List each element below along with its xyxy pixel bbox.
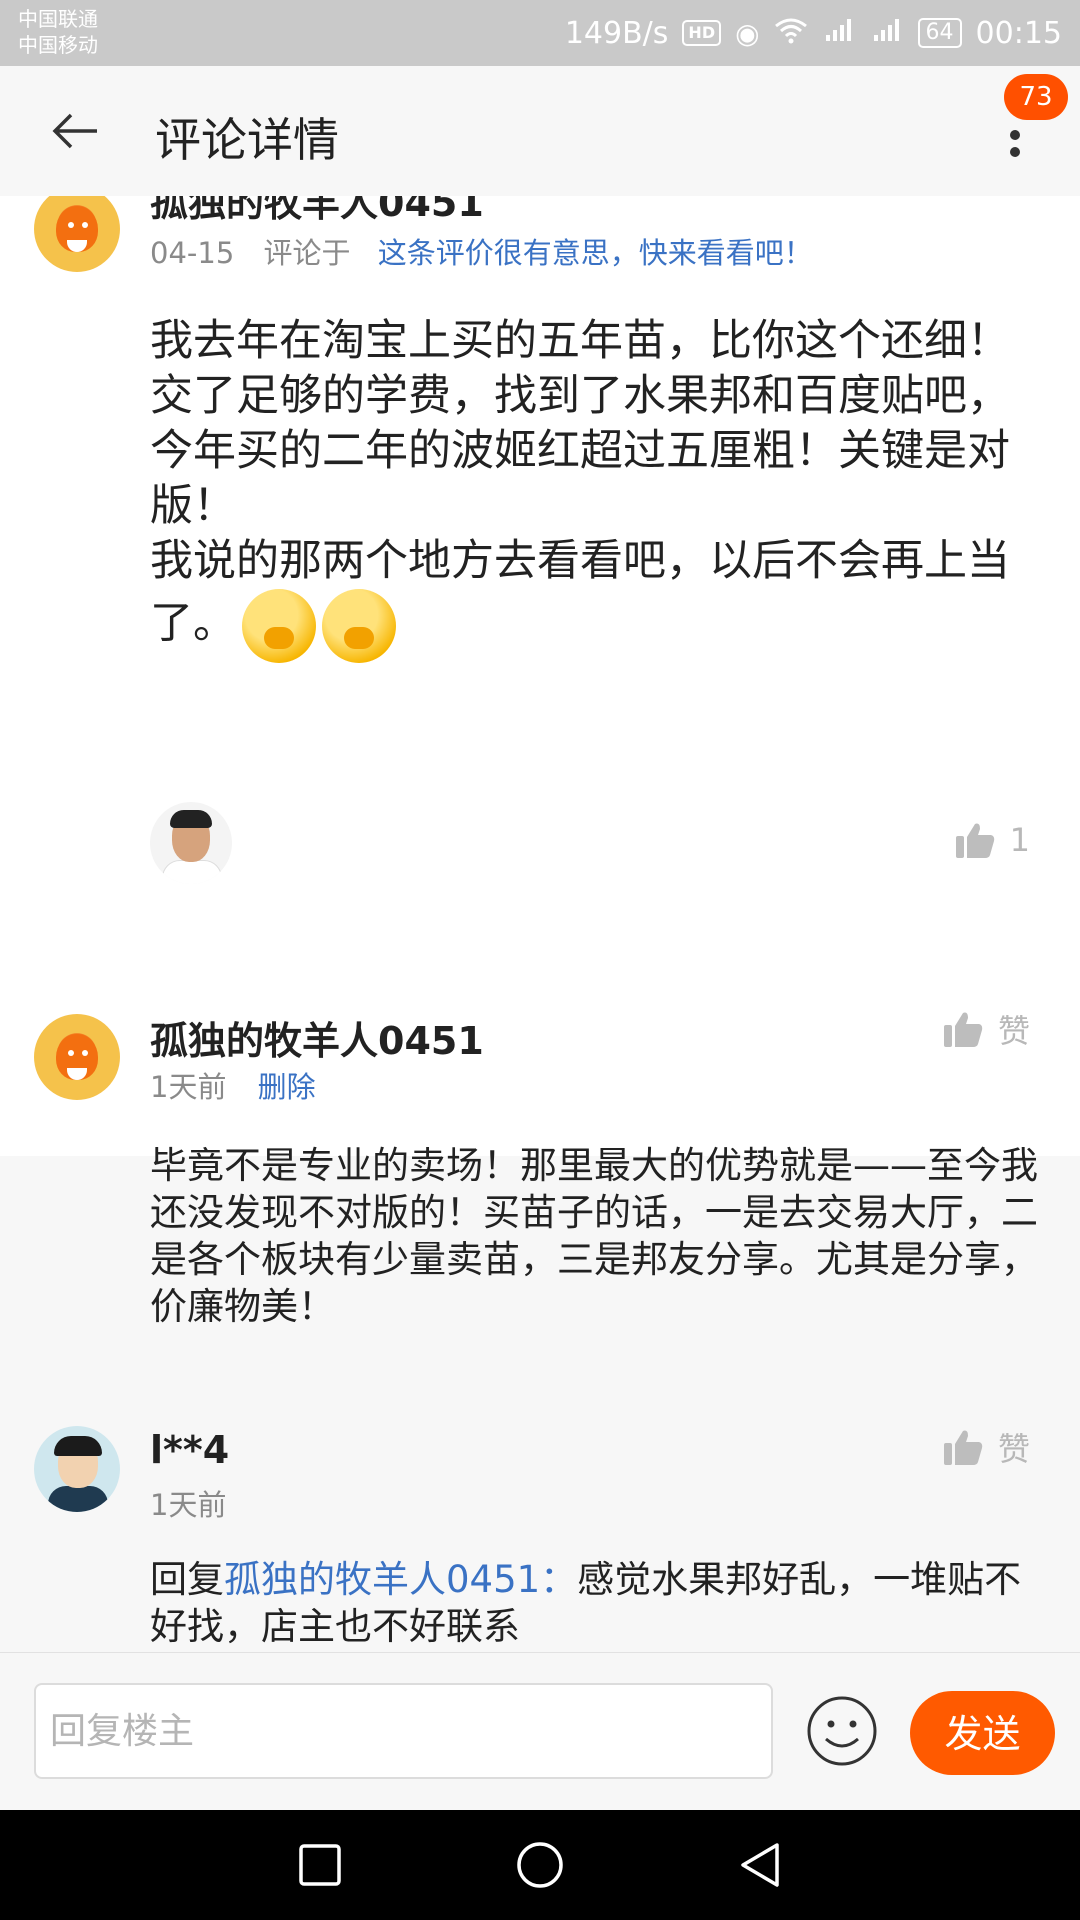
like-count: 1 — [1009, 821, 1030, 859]
carrier-info: 中国联通 中国移动 — [18, 6, 98, 58]
triangle-back-icon — [741, 1843, 779, 1887]
user-avatar[interactable] — [34, 196, 120, 272]
like-label: 赞 — [997, 1430, 1030, 1468]
hd-icon: HD — [682, 20, 722, 46]
emoji-button[interactable] — [806, 1695, 878, 1767]
delete-link[interactable]: 删除 — [258, 1070, 316, 1104]
reply-text-block: 回复孤独的牧羊人0451：感觉水果邦好乱，一堆贴不好找，店主也不好联系 — [150, 1556, 1050, 1650]
eye-icon: ◉ — [735, 16, 760, 50]
comment-body: 我去年在淘宝上买的五年苗，比你这个还细！ 交了足够的学费，找到了水果邦和百度贴吧… — [150, 314, 1030, 663]
thumbs-up-icon — [943, 1012, 983, 1047]
comment-date: 04-15 — [150, 236, 235, 270]
arrow-left-icon — [52, 113, 97, 149]
reply-input-bar: 发送 — [0, 1652, 1080, 1811]
circle-icon — [517, 1842, 563, 1888]
smiley-icon — [807, 1696, 877, 1766]
reply-prefix: 回复 — [150, 1558, 224, 1601]
comment-scroll-area[interactable]: 孤独的牧羊人0451 04-15 评论于 这条评价很有意思，快来看看吧！ 我去年… — [0, 196, 1080, 1652]
reply-item: l**4 1天前 赞 回复孤独的牧羊人0451：感觉水果邦好乱，一堆贴不好找，店… — [0, 1414, 1080, 1652]
reply-to-link[interactable]: 孤独的牧羊人0451： — [224, 1558, 577, 1601]
back-nav-button[interactable] — [735, 1840, 785, 1890]
user-avatar[interactable] — [34, 1426, 120, 1512]
signal-4g-icon — [870, 15, 904, 51]
home-button[interactable] — [515, 1840, 565, 1890]
thumbs-up-icon — [943, 1430, 983, 1465]
avatar-body — [48, 1486, 108, 1512]
like-button[interactable]: 1 — [954, 820, 1030, 860]
page-title: 评论详情 — [155, 113, 339, 167]
post-link[interactable]: 这条评价很有意思，快来看看吧！ — [378, 236, 813, 270]
comment-username[interactable]: 孤独的牧羊人0451 — [150, 196, 484, 227]
net-speed: 149B/s — [564, 15, 669, 51]
avatar-hair — [54, 1436, 102, 1456]
reply-text: 毕竟不是专业的卖场！那里最大的优势就是——至今我还没发现不对版的！买苗子的话，一… — [150, 1144, 1038, 1328]
like-button[interactable]: 赞 — [942, 1006, 1030, 1052]
reply-meta: 1天前 删除 — [150, 1064, 316, 1106]
clock: 00:15 — [975, 15, 1062, 51]
comment-meta: 04-15 评论于 这条评价很有意思，快来看看吧！ — [150, 230, 813, 272]
giggle-emoji-icon — [242, 589, 316, 663]
wifi-icon — [774, 16, 808, 51]
commented-on-label: 评论于 — [263, 236, 351, 270]
reply-username[interactable]: l**4 — [150, 1428, 229, 1472]
eye-dot — [82, 1050, 88, 1056]
more-dot-icon — [1010, 130, 1020, 140]
avatar-hair — [170, 810, 212, 828]
like-label: 赞 — [997, 1012, 1030, 1050]
carrier-2: 中国移动 — [18, 33, 98, 57]
signal-2g-icon — [822, 15, 856, 51]
notification-badge: 73 — [1004, 74, 1068, 120]
eye-dot — [68, 1050, 74, 1056]
reply-username[interactable]: 孤独的牧羊人0451 — [150, 1010, 484, 1065]
thumbs-up-icon — [955, 823, 994, 858]
status-indicators: 149B/s HD ◉ 64 00:15 — [565, 0, 1062, 66]
system-nav-bar — [0, 1810, 1080, 1920]
recent-apps-button[interactable] — [295, 1840, 345, 1890]
avatar-shirt — [162, 860, 222, 884]
battery-icon: 64 — [917, 18, 962, 48]
status-bar: 中国联通 中国移动 149B/s HD ◉ 64 00:15 — [0, 0, 1080, 66]
reply-input[interactable] — [34, 1683, 773, 1779]
send-button[interactable]: 发送 — [910, 1691, 1055, 1775]
liker-avatar[interactable] — [150, 802, 232, 884]
square-icon — [299, 1844, 341, 1886]
back-button[interactable] — [40, 96, 110, 166]
reply-time: 1天前 — [150, 1070, 227, 1104]
like-button[interactable]: 赞 — [942, 1424, 1030, 1470]
eye-dot — [82, 222, 88, 228]
carrier-1: 中国联通 — [18, 7, 98, 31]
eye-dot — [68, 222, 74, 228]
reply-time: 1天前 — [150, 1488, 227, 1522]
user-avatar[interactable] — [34, 1014, 120, 1100]
giggle-emoji-icon — [322, 589, 396, 663]
top-app-bar: 评论详情 73 — [0, 66, 1080, 196]
more-dot-icon — [1010, 147, 1020, 157]
reply-item: 孤独的牧羊人0451 1天前 删除 赞 毕竟不是专业的卖场！那里最大的优势就是—… — [0, 996, 1080, 1328]
